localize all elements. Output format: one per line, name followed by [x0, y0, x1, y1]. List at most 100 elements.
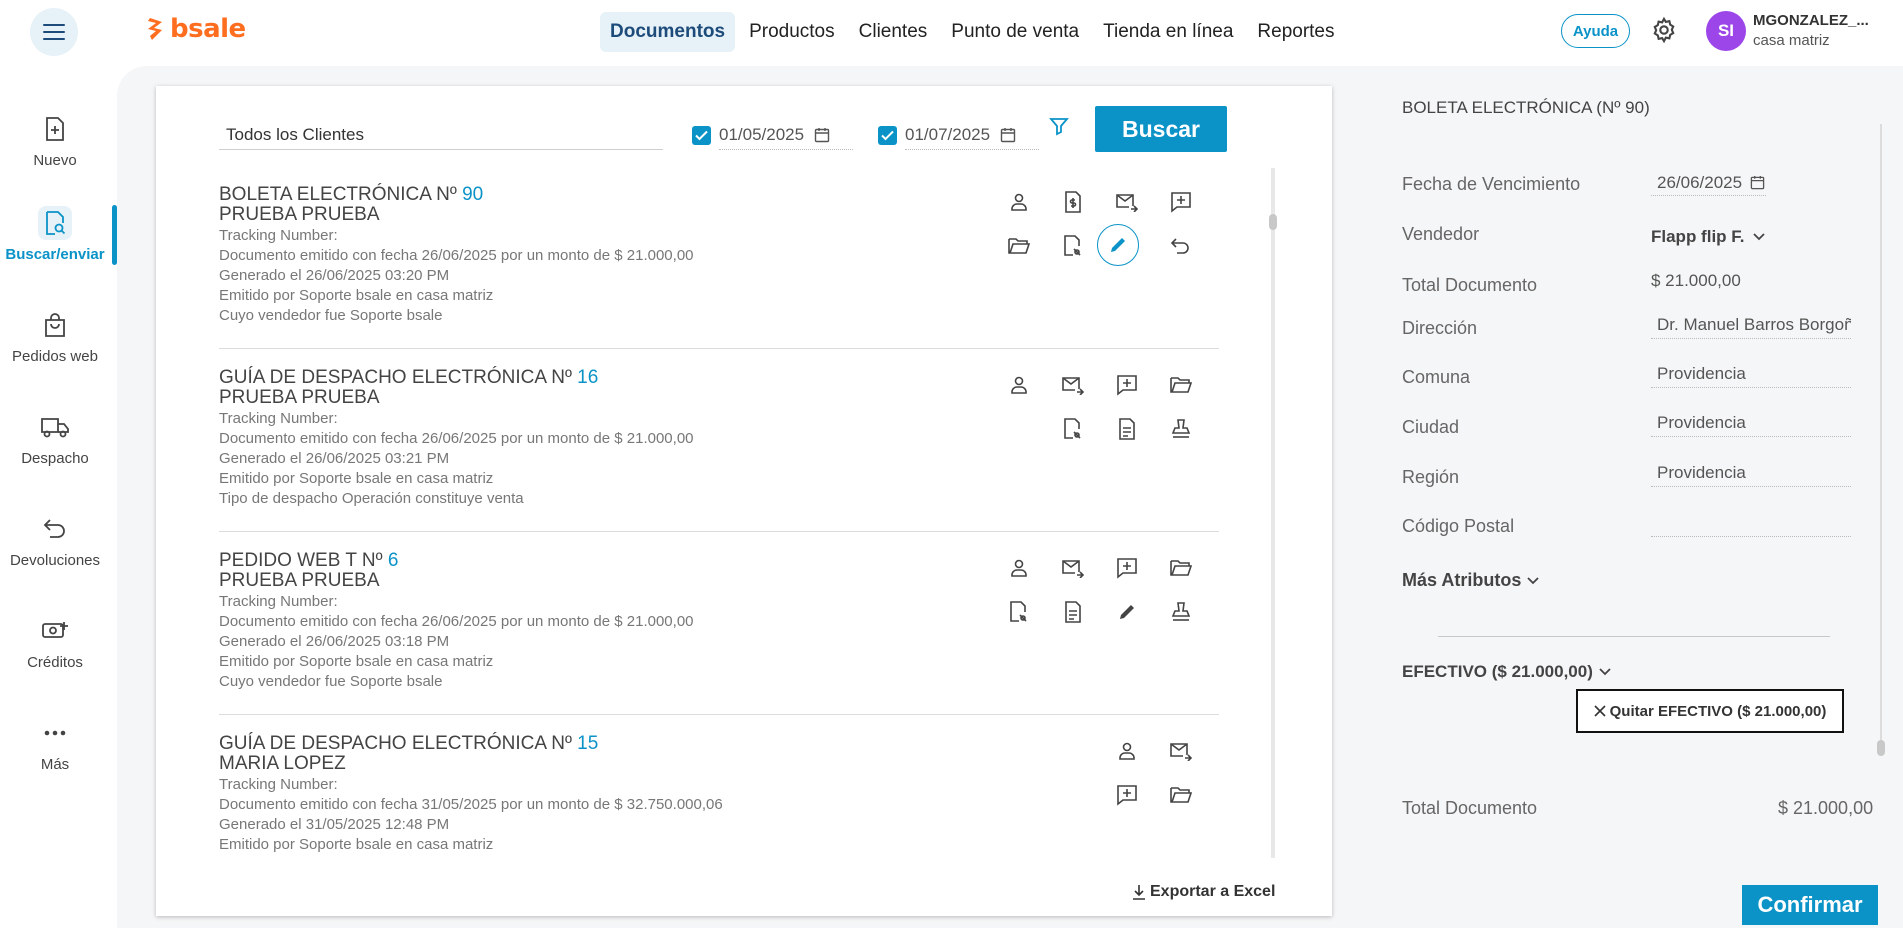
- detail-scroll-thumb[interactable]: [1877, 740, 1885, 756]
- send-email-button[interactable]: [1107, 182, 1147, 222]
- client-button[interactable]: [1107, 731, 1147, 771]
- invoice-button[interactable]: [1053, 182, 1093, 222]
- sidebar-item-pedidos-web[interactable]: Pedidos web: [0, 308, 110, 365]
- client-button[interactable]: [999, 548, 1039, 588]
- document-actions: [999, 548, 1219, 658]
- document-actions: [999, 182, 1219, 292]
- list-item[interactable]: PEDIDO WEB T Nº 6 PRUEBA PRUEBA Tracking…: [219, 532, 1219, 715]
- date-to-checkbox[interactable]: [878, 125, 897, 145]
- avatar[interactable]: SI: [1706, 11, 1746, 51]
- add-note-button[interactable]: [1107, 775, 1147, 815]
- filter-button[interactable]: [1049, 116, 1069, 141]
- add-note-button[interactable]: [1107, 365, 1147, 405]
- stamp-button[interactable]: [1161, 592, 1201, 632]
- list-item[interactable]: GUÍA DE DESPACHO ELECTRÓNICA Nº 15 MARIA…: [219, 715, 1219, 856]
- add-note-button[interactable]: [1161, 182, 1201, 222]
- region-label: Región: [1402, 467, 1460, 487]
- sidebar-item-nuevo[interactable]: Nuevo: [0, 112, 110, 169]
- client-button[interactable]: [999, 365, 1039, 405]
- document-title[interactable]: PEDIDO WEB T Nº 6: [219, 550, 398, 572]
- sidebar-item-label: Nuevo: [33, 152, 77, 169]
- region-field[interactable]: Providencia: [1651, 459, 1851, 487]
- nav-reportes[interactable]: Reportes: [1247, 12, 1344, 52]
- help-button[interactable]: Ayuda: [1561, 14, 1630, 48]
- view-document-button[interactable]: [1107, 409, 1147, 449]
- settings-button[interactable]: [1650, 16, 1678, 49]
- sidebar-item-buscar-enviar[interactable]: Buscar/enviar: [0, 206, 110, 263]
- download-icon: [1133, 885, 1145, 900]
- sidebar-item-despacho[interactable]: Despacho: [0, 410, 110, 467]
- payment-toggle[interactable]: EFECTIVO ($ 21.000,00): [1402, 662, 1611, 682]
- list-scroll-thumb[interactable]: [1269, 214, 1277, 230]
- nav-clientes[interactable]: Clientes: [849, 12, 938, 52]
- logo[interactable]: bsale: [146, 14, 246, 44]
- sidebar-item-mas[interactable]: Más: [0, 716, 110, 773]
- folder-open-icon: [1170, 787, 1193, 803]
- document-number: 6: [387, 550, 399, 571]
- seller-value: Flapp flip F.: [1651, 227, 1745, 246]
- document-list: BOLETA ELECTRÓNICA Nº 90 PRUEBA PRUEBA T…: [219, 166, 1219, 856]
- confirm-button[interactable]: Confirmar: [1742, 885, 1878, 925]
- sidebar-item-devoluciones[interactable]: Devoluciones: [0, 512, 110, 569]
- open-folder-button[interactable]: [999, 226, 1039, 266]
- open-folder-button[interactable]: [1161, 775, 1201, 815]
- city-label: Ciudad: [1402, 417, 1460, 437]
- remove-payment-button[interactable]: Quitar EFECTIVO ($ 21.000,00): [1576, 689, 1844, 733]
- footer-total-value: $ 21.000,00: [1778, 798, 1874, 818]
- due-date-field[interactable]: 26/06/2025: [1651, 170, 1766, 196]
- more-attributes-toggle[interactable]: Más Atributos: [1402, 570, 1539, 591]
- send-email-button[interactable]: [1053, 365, 1093, 405]
- mail-send-icon: [1062, 560, 1085, 578]
- search-button[interactable]: Buscar: [1095, 106, 1227, 152]
- total-document-label: Total Documento: [1402, 275, 1538, 295]
- edit-button[interactable]: [1107, 592, 1147, 632]
- send-email-button[interactable]: [1053, 548, 1093, 588]
- document-title[interactable]: GUÍA DE DESPACHO ELECTRÓNICA Nº 15: [219, 733, 598, 755]
- linked-document-button[interactable]: [1053, 409, 1093, 449]
- nav-punto-de-venta[interactable]: Punto de venta: [941, 12, 1089, 52]
- document-details: Tracking Number: Documento emitido con f…: [219, 410, 694, 507]
- footer-total-label: Total Documento: [1402, 798, 1538, 818]
- user-name[interactable]: MGONZALEZ_...: [1753, 12, 1869, 29]
- more-attributes-label: Más Atributos: [1402, 570, 1522, 590]
- client-filter-input[interactable]: [219, 120, 663, 150]
- nav-documentos[interactable]: Documentos: [600, 12, 736, 52]
- nav-tienda-en-linea[interactable]: Tienda en línea: [1093, 12, 1243, 52]
- linked-document-button[interactable]: [999, 592, 1039, 632]
- seller-label: Vendedor: [1402, 224, 1480, 244]
- return-button[interactable]: [1161, 226, 1201, 266]
- document-details: Tracking Number: Documento emitido con f…: [219, 593, 694, 690]
- detail-scrollbar[interactable]: [1880, 124, 1882, 754]
- open-folder-button[interactable]: [1161, 365, 1201, 405]
- nav-productos[interactable]: Productos: [739, 12, 845, 52]
- stamp-button[interactable]: [1161, 409, 1201, 449]
- city-field[interactable]: Providencia: [1651, 409, 1851, 437]
- sidebar-item-creditos[interactable]: Créditos: [0, 614, 110, 671]
- date-to-field[interactable]: 01/07/2025: [905, 120, 1039, 150]
- close-icon: [1594, 705, 1606, 717]
- date-from-checkbox[interactable]: [692, 125, 711, 145]
- date-from-value: 01/05/2025: [719, 124, 805, 144]
- export-excel-button[interactable]: Exportar a Excel: [1132, 883, 1275, 901]
- linked-document-button[interactable]: [1053, 226, 1093, 266]
- search-document-icon: [46, 211, 66, 235]
- address-field[interactable]: Dr. Manuel Barros Borgoño: [1651, 311, 1851, 339]
- user-icon: [1011, 376, 1027, 394]
- document-title[interactable]: GUÍA DE DESPACHO ELECTRÓNICA Nº 16: [219, 367, 598, 389]
- document-title[interactable]: BOLETA ELECTRÓNICA Nº 90: [219, 184, 483, 206]
- open-folder-button[interactable]: [1161, 548, 1201, 588]
- user-icon: [1119, 742, 1135, 760]
- send-email-button[interactable]: [1161, 731, 1201, 771]
- list-item[interactable]: BOLETA ELECTRÓNICA Nº 90 PRUEBA PRUEBA T…: [219, 166, 1219, 349]
- list-item[interactable]: GUÍA DE DESPACHO ELECTRÓNICA Nº 16 PRUEB…: [219, 349, 1219, 532]
- add-note-button[interactable]: [1107, 548, 1147, 588]
- postal-code-field[interactable]: [1651, 509, 1851, 537]
- menu-button[interactable]: [30, 8, 78, 56]
- client-button[interactable]: [999, 182, 1039, 222]
- list-scrollbar[interactable]: [1271, 168, 1275, 858]
- seller-select[interactable]: Flapp flip F.: [1651, 227, 1765, 247]
- date-from-field[interactable]: 01/05/2025: [719, 120, 853, 150]
- view-document-button[interactable]: [1053, 592, 1093, 632]
- edit-button[interactable]: [1097, 224, 1139, 266]
- comuna-field[interactable]: Providencia: [1651, 360, 1851, 388]
